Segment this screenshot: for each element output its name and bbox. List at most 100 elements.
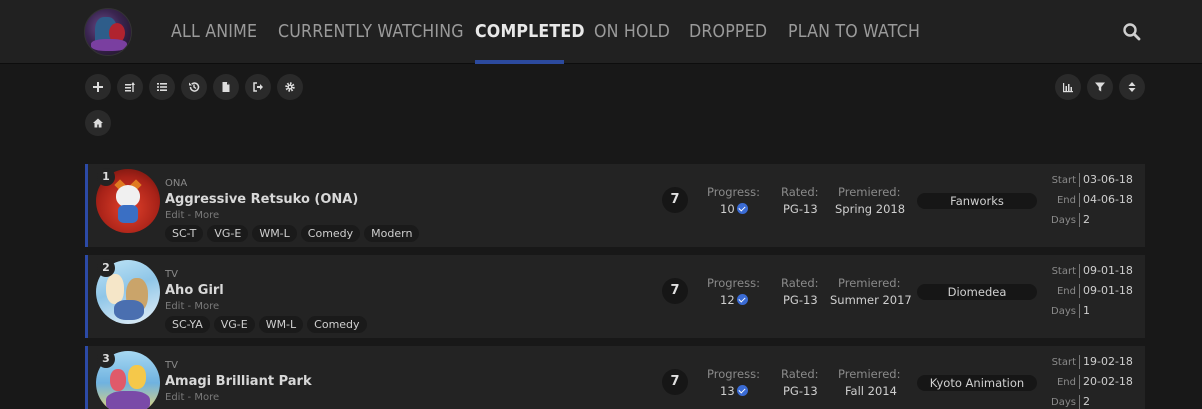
add-icon: [93, 82, 103, 92]
rank-number: 1: [97, 168, 115, 186]
rated-label: Rated:: [781, 276, 819, 290]
search-button[interactable]: [1122, 22, 1142, 42]
separator: -: [184, 392, 195, 403]
rated-value: PG-13: [783, 293, 818, 307]
premiered-value: Spring 2018: [835, 202, 906, 216]
media-type: TV: [165, 269, 178, 280]
studio-badge[interactable]: Diomedea: [917, 284, 1037, 300]
studio-badge[interactable]: Fanworks: [917, 193, 1037, 209]
sort-button[interactable]: [1119, 74, 1145, 100]
score-badge[interactable]: 7: [662, 278, 688, 304]
anime-title[interactable]: Aggressive Retsuko (ONA): [165, 192, 358, 207]
edit-more-links: Edit - More: [165, 392, 219, 403]
add-button[interactable]: [85, 74, 111, 100]
start-date: 03-06-18: [1079, 173, 1133, 187]
end-label: End: [1056, 195, 1076, 206]
tab-currently-watching[interactable]: CURRENTLY WATCHING: [278, 0, 464, 64]
list-icon: [157, 83, 167, 91]
settings-button[interactable]: [277, 74, 303, 100]
end-date: 09-01-18: [1079, 284, 1133, 298]
more-link[interactable]: More: [194, 210, 219, 221]
progress-value: 13: [720, 384, 748, 398]
tag[interactable]: Modern: [364, 225, 420, 242]
user-avatar[interactable]: [84, 8, 132, 56]
days-label: Days: [1051, 306, 1076, 317]
more-link[interactable]: More: [194, 301, 219, 312]
rated-value: PG-13: [783, 384, 818, 398]
list-view-button[interactable]: [149, 74, 175, 100]
edit-more-links: Edit - More: [165, 210, 219, 221]
premiered-value: Fall 2014: [845, 384, 897, 398]
rated-label: Rated:: [781, 185, 819, 199]
edit-link[interactable]: Edit: [165, 210, 184, 221]
rated-value: PG-13: [783, 202, 818, 216]
export-icon: [253, 82, 263, 92]
score-badge[interactable]: 7: [662, 187, 688, 213]
home-icon: [93, 118, 103, 128]
export-button[interactable]: [245, 74, 271, 100]
history-button[interactable]: [181, 74, 207, 100]
tag[interactable]: VG-E: [207, 225, 249, 242]
studio-badge[interactable]: Kyoto Animation: [917, 375, 1037, 391]
start-date: 19-02-18: [1079, 355, 1133, 369]
document-button[interactable]: [213, 74, 239, 100]
days-value: 1: [1079, 304, 1090, 318]
start-label: Start: [1051, 175, 1076, 186]
completed-check-icon: [736, 294, 748, 305]
file-icon: [222, 82, 230, 92]
tab-on-hold[interactable]: ON HOLD: [594, 0, 670, 64]
days-value: 2: [1079, 213, 1090, 227]
anime-title[interactable]: Amagi Brilliant Park: [165, 374, 312, 389]
tab-dropped[interactable]: DROPPED: [689, 0, 767, 64]
tag[interactable]: Comedy: [300, 225, 361, 242]
progress-value: 10: [720, 202, 748, 216]
stats-icon: [1063, 83, 1073, 93]
tag[interactable]: SC-YA: [165, 316, 210, 333]
score-badge[interactable]: 7: [662, 369, 688, 395]
premiered-label: Premiered:: [838, 185, 901, 199]
active-tab-indicator: [475, 60, 564, 64]
days-label: Days: [1051, 215, 1076, 226]
media-type: ONA: [165, 178, 188, 189]
filter-button[interactable]: [1087, 74, 1113, 100]
tab-all-anime[interactable]: ALL ANIME: [171, 0, 257, 64]
sort-icon: [1128, 82, 1136, 92]
tag[interactable]: VG-E: [213, 316, 255, 333]
end-date: 04-06-18: [1079, 193, 1133, 207]
top-nav-bar: ALL ANIME CURRENTLY WATCHING COMPLETED O…: [0, 0, 1202, 64]
completed-check-icon: [736, 203, 748, 214]
tag-list: SC-YA VG-E WM-L Comedy: [165, 316, 367, 334]
more-link[interactable]: More: [194, 392, 219, 403]
start-label: Start: [1051, 266, 1076, 277]
rated-label: Rated:: [781, 367, 819, 381]
start-date: 09-01-18: [1079, 264, 1133, 278]
tab-plan-to-watch[interactable]: PLAN TO WATCH: [788, 0, 920, 64]
tag[interactable]: WM-L: [258, 316, 304, 333]
sort-az-icon: [125, 82, 135, 92]
sort-az-button[interactable]: [117, 74, 143, 100]
list-item: 3 TV Amagi Brilliant Park Edit - More 7 …: [85, 346, 1145, 409]
rank-number: 2: [97, 259, 115, 277]
stats-button[interactable]: [1055, 74, 1081, 100]
rank-number: 3: [97, 350, 115, 368]
home-button[interactable]: [85, 110, 111, 136]
tag[interactable]: WM-L: [252, 225, 297, 242]
edit-link[interactable]: Edit: [165, 392, 184, 403]
premiered-label: Premiered:: [838, 276, 901, 290]
anime-title[interactable]: Aho Girl: [165, 283, 224, 298]
progress-value: 12: [720, 293, 748, 307]
list-item: 2 TV Aho Girl Edit - More SC-YA VG-E WM-…: [85, 255, 1145, 338]
settings-icon: [285, 82, 295, 92]
tag[interactable]: SC-T: [165, 225, 204, 242]
separator: -: [184, 210, 195, 221]
premiered-value: Summer 2017: [830, 293, 912, 307]
progress-label: Progress:: [707, 367, 760, 381]
tab-completed[interactable]: COMPLETED: [475, 0, 585, 64]
end-label: End: [1056, 286, 1076, 297]
edit-link[interactable]: Edit: [165, 301, 184, 312]
history-icon: [189, 82, 200, 92]
avatar-shape: [91, 39, 127, 51]
tag[interactable]: Comedy: [307, 316, 367, 333]
edit-more-links: Edit - More: [165, 301, 219, 312]
separator: -: [184, 301, 195, 312]
